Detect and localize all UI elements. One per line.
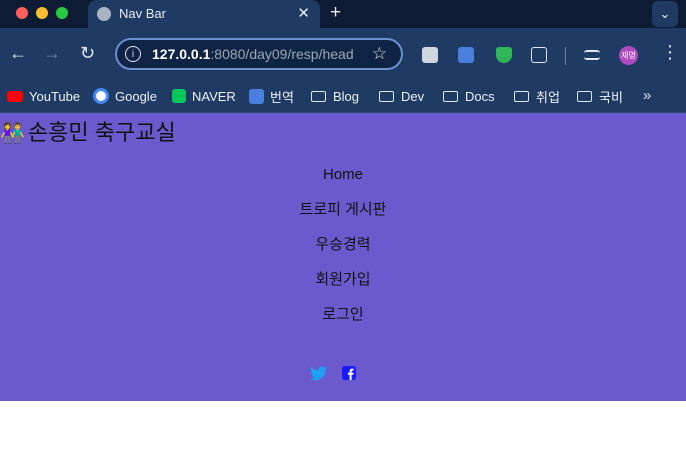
site-info-icon[interactable]: i	[125, 46, 141, 62]
nav-item-championships[interactable]: 우승경력	[0, 233, 686, 268]
bookmark-folder-docs[interactable]: Docs	[443, 80, 495, 112]
bookmark-label: Docs	[465, 88, 495, 104]
google-translate-icon[interactable]	[458, 47, 474, 63]
browser-toolbar: ← → ↻ i 127.0.0.1:8080/day09/resp/head ☆…	[0, 28, 686, 80]
brand-title: 손흥민 축구교실	[27, 120, 176, 145]
folder-icon	[577, 90, 592, 102]
bookmark-youtube[interactable]: YouTube	[7, 80, 80, 112]
bookmark-folder-job[interactable]: 취업	[514, 80, 560, 112]
tab-title: Nav Bar	[119, 6, 166, 21]
nav-item-login[interactable]: 로그인	[0, 303, 686, 338]
folder-icon	[514, 90, 529, 102]
new-tab-icon[interactable]: +	[330, 2, 341, 24]
more-menu-icon[interactable]: ⋮	[661, 42, 679, 63]
site-brand[interactable]: 👫 손흥민 축구교실	[0, 115, 176, 147]
naver-icon	[172, 89, 186, 103]
people-icon: 👫	[0, 123, 25, 145]
bookmark-naver[interactable]: NAVER	[172, 80, 236, 112]
minimize-window-button[interactable]	[36, 7, 48, 19]
globe-icon	[97, 7, 111, 21]
bookmark-folder-gukbi[interactable]: 국비	[577, 80, 623, 112]
bookmark-folder-blog[interactable]: Blog	[311, 80, 359, 112]
zoom-window-button[interactable]	[56, 7, 68, 19]
google-icon	[93, 88, 109, 104]
facebook-icon[interactable]	[342, 366, 356, 384]
translate-icon	[249, 88, 264, 104]
bookmark-label: Google	[115, 88, 157, 104]
nav-item-trophy-board[interactable]: 트로피 게시판	[0, 198, 686, 233]
bookmark-label: 번역	[270, 89, 294, 105]
bookmarks-bar: YouTube Google NAVER 번역 Blog Dev Docs 취업…	[0, 80, 686, 113]
bookmark-star-icon[interactable]: ☆	[372, 44, 387, 64]
bookmark-google[interactable]: Google	[93, 80, 157, 112]
tab-strip: Nav Bar ✕ + ⌄	[0, 0, 686, 28]
address-bar[interactable]: i 127.0.0.1:8080/day09/resp/head ☆	[115, 38, 403, 70]
twitter-icon[interactable]	[310, 366, 327, 385]
bookmark-label: YouTube	[29, 88, 81, 104]
close-window-button[interactable]	[16, 7, 28, 19]
bookmark-label: Dev	[401, 88, 425, 104]
bookmark-label: 취업	[536, 89, 560, 105]
youtube-icon	[7, 90, 23, 102]
profile-avatar[interactable]: 재영	[619, 46, 638, 65]
bookmark-translate[interactable]: 번역	[249, 80, 294, 112]
reload-icon[interactable]: ↻	[80, 43, 95, 63]
toolbar-divider	[565, 47, 566, 65]
forward-icon[interactable]: →	[43, 43, 61, 63]
nav-item-signup[interactable]: 회원가입	[0, 268, 686, 303]
bookmarks-overflow-icon[interactable]: »	[643, 87, 651, 104]
extension-icon[interactable]	[422, 47, 438, 63]
back-icon[interactable]: ←	[9, 43, 27, 63]
url-text[interactable]: 127.0.0.1:8080/day09/resp/head	[152, 46, 354, 62]
nav-item-home[interactable]: Home	[0, 163, 686, 198]
folder-icon	[443, 90, 458, 102]
folder-icon	[379, 90, 394, 102]
bookmark-label: NAVER	[192, 88, 236, 104]
bookmark-folder-dev[interactable]: Dev	[379, 80, 424, 112]
puzzle-icon[interactable]	[531, 47, 547, 63]
media-control-icon[interactable]	[584, 50, 600, 60]
tab-active[interactable]: Nav Bar ✕	[88, 0, 320, 28]
tab-search-button[interactable]: ⌄	[652, 1, 678, 27]
bookmark-label: Blog	[333, 88, 360, 104]
close-tab-icon[interactable]: ✕	[297, 4, 310, 22]
shield-icon[interactable]	[496, 47, 512, 63]
folder-icon	[311, 90, 326, 102]
nav-menu: Home 트로피 게시판 우승경력 회원가입 로그인	[0, 163, 686, 338]
site-navbar: 👫 손흥민 축구교실 Home 트로피 게시판 우승경력 회원가입 로그인	[0, 113, 686, 401]
bookmark-label: 국비	[599, 89, 623, 105]
